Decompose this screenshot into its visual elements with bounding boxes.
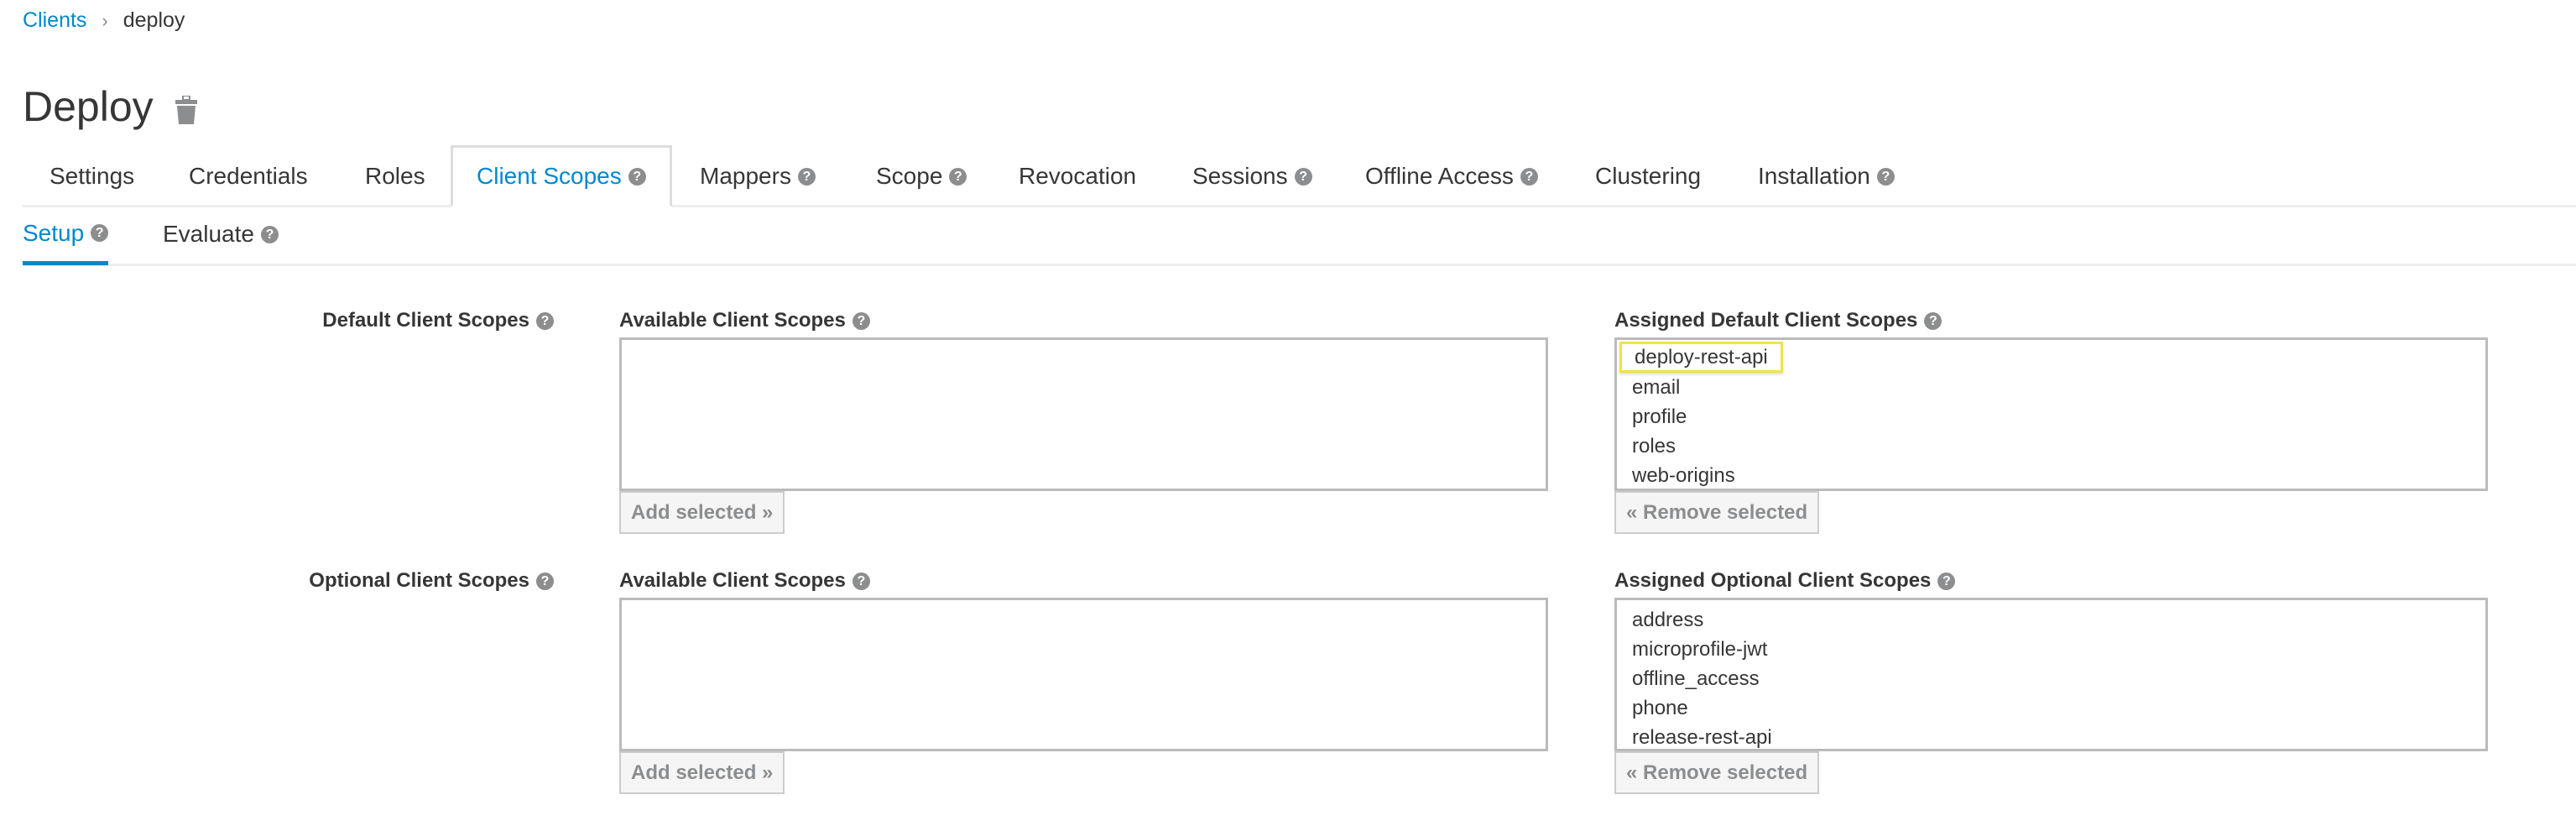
- tab-scope[interactable]: Scope?: [876, 148, 967, 205]
- tab-label: Roles: [365, 163, 425, 189]
- tab-mappers[interactable]: Mappers?: [700, 148, 816, 205]
- tab-label: Revocation: [1019, 163, 1137, 189]
- help-icon[interactable]: ?: [1924, 311, 1942, 330]
- help-icon[interactable]: ?: [628, 167, 646, 186]
- tab-label: Installation: [1758, 163, 1870, 189]
- available-optional-scopes-label: Available Client Scopes?: [619, 569, 870, 593]
- list-option[interactable]: phone: [1617, 693, 2485, 723]
- available-optional-scopes-list[interactable]: [619, 598, 1548, 751]
- list-option[interactable]: release-rest-api: [1617, 723, 2485, 752]
- label-text: Assigned Optional Client Scopes: [1614, 569, 1932, 592]
- page-title: Deploy: [23, 83, 154, 130]
- tab-settings[interactable]: Settings: [50, 148, 134, 205]
- tab-label: Client Scopes: [477, 163, 622, 189]
- tab-credentials[interactable]: Credentials: [189, 148, 308, 205]
- help-icon[interactable]: ?: [797, 167, 816, 186]
- available-default-scopes-list[interactable]: [619, 337, 1548, 491]
- help-icon[interactable]: ?: [1520, 167, 1538, 186]
- list-option[interactable]: offline_access: [1617, 664, 2485, 693]
- breadcrumb-current: deploy: [123, 8, 185, 32]
- subtab-label: Setup: [23, 219, 85, 246]
- assigned-default-scopes-label: Assigned Default Client Scopes?: [1614, 309, 1942, 332]
- subtab-label: Evaluate: [163, 221, 254, 247]
- list-option[interactable]: roles: [1617, 431, 2485, 461]
- help-icon[interactable]: ?: [852, 572, 870, 590]
- tab-label: Clustering: [1595, 163, 1702, 189]
- available-default-scopes-label: Available Client Scopes?: [619, 309, 870, 332]
- list-option[interactable]: email: [1617, 373, 2485, 402]
- list-option[interactable]: address: [1617, 605, 2485, 635]
- list-option[interactable]: microprofile-jwt: [1617, 635, 2485, 664]
- help-icon[interactable]: ?: [536, 311, 554, 330]
- assigned-default-scopes-list[interactable]: deploy-rest-api email profile roles web-…: [1614, 337, 2488, 491]
- assigned-optional-scopes-list[interactable]: address microprofile-jwt offline_access …: [1614, 598, 2488, 751]
- assigned-optional-scopes-label: Assigned Optional Client Scopes?: [1614, 569, 1956, 593]
- tab-label: Scope: [876, 163, 943, 189]
- page-header: Deploy: [23, 82, 197, 131]
- tab-clustering[interactable]: Clustering: [1595, 148, 1701, 205]
- help-icon[interactable]: ?: [260, 225, 279, 243]
- subtab-setup[interactable]: Setup?: [23, 205, 109, 265]
- subtab-evaluate[interactable]: Evaluate?: [163, 205, 279, 264]
- tab-label: Credentials: [189, 163, 308, 189]
- add-selected-default-button[interactable]: Add selected »: [619, 491, 785, 534]
- tab-roles[interactable]: Roles: [365, 148, 425, 205]
- tab-label: Settings: [50, 163, 135, 189]
- remove-selected-optional-button[interactable]: « Remove selected: [1614, 751, 1820, 794]
- help-icon[interactable]: ?: [1937, 572, 1956, 590]
- help-icon[interactable]: ?: [536, 572, 554, 590]
- breadcrumb-clients-link[interactable]: Clients: [23, 8, 86, 33]
- breadcrumb-separator: ›: [102, 9, 108, 31]
- default-client-scopes-label: Default Client Scopes?: [17, 309, 554, 332]
- label-text: Assigned Default Client Scopes: [1614, 309, 1918, 332]
- label-text: Available Client Scopes: [619, 309, 846, 332]
- tab-sessions[interactable]: Sessions?: [1192, 148, 1312, 205]
- label-text: Default Client Scopes: [322, 309, 529, 332]
- list-option[interactable]: profile: [1617, 402, 2485, 431]
- label-text: Available Client Scopes: [619, 569, 846, 592]
- add-selected-optional-button[interactable]: Add selected »: [619, 751, 785, 794]
- tab-offline-access[interactable]: Offline Access?: [1365, 148, 1538, 205]
- tab-label: Sessions: [1192, 163, 1288, 189]
- help-icon[interactable]: ?: [91, 224, 109, 242]
- tab-label: Mappers: [700, 163, 791, 189]
- trash-icon[interactable]: [175, 96, 197, 124]
- help-icon[interactable]: ?: [852, 311, 870, 330]
- help-icon[interactable]: ?: [949, 167, 967, 186]
- client-scopes-subtabs: Setup? Evaluate?: [23, 205, 2576, 266]
- list-option[interactable]: deploy-rest-api: [1619, 342, 1783, 373]
- optional-client-scopes-label: Optional Client Scopes?: [17, 569, 554, 593]
- label-text: Optional Client Scopes: [309, 569, 529, 592]
- help-icon[interactable]: ?: [1294, 167, 1312, 186]
- remove-selected-default-button[interactable]: « Remove selected: [1614, 491, 1820, 534]
- tab-label: Offline Access: [1365, 163, 1514, 189]
- tab-revocation[interactable]: Revocation: [1019, 148, 1136, 205]
- breadcrumb: Clients › deploy: [23, 8, 185, 33]
- list-option[interactable]: web-origins: [1617, 461, 2485, 490]
- tab-installation[interactable]: Installation?: [1758, 148, 1895, 205]
- help-icon[interactable]: ?: [1876, 167, 1895, 186]
- tab-client-scopes[interactable]: Client Scopes?: [451, 145, 672, 207]
- client-tabs: Settings Credentials Roles Client Scopes…: [23, 145, 2576, 207]
